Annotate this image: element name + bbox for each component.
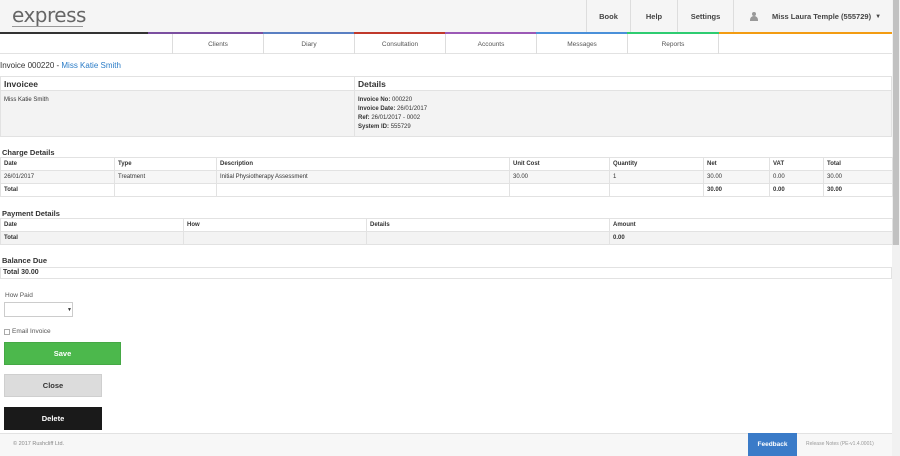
close-button[interactable]: Close bbox=[4, 374, 102, 397]
nav-settings-button[interactable]: Settings bbox=[677, 0, 733, 33]
col-pay-amount: Amount bbox=[609, 218, 893, 232]
total-vat: 0.00 bbox=[769, 183, 824, 197]
how-paid-label: How Paid bbox=[5, 292, 33, 299]
user-menu[interactable]: Miss Laura Temple (555729) ▼ bbox=[733, 0, 892, 33]
app-logo[interactable]: express bbox=[12, 3, 86, 27]
total-label: Total bbox=[0, 183, 115, 197]
col-total: Total bbox=[823, 157, 893, 171]
invoicee-heading: Invoicee bbox=[1, 77, 354, 91]
logo-underline bbox=[12, 26, 83, 27]
col-description: Description bbox=[216, 157, 510, 171]
top-bar: express Book Help Settings Miss Laura Te… bbox=[0, 0, 892, 33]
col-type: Type bbox=[114, 157, 217, 171]
payment-table: Date How Details Amount Total 0.00 bbox=[0, 218, 893, 245]
tab-messages[interactable]: Messages bbox=[536, 34, 627, 54]
tab-consultation[interactable]: Consultation bbox=[354, 34, 445, 54]
payment-details-heading: Payment Details bbox=[2, 209, 60, 218]
copyright: © 2017 Rushcliff Ltd. bbox=[13, 441, 65, 447]
details-heading: Details bbox=[355, 77, 891, 91]
chevron-down-icon: ▼ bbox=[875, 13, 882, 20]
feedback-button[interactable]: Feedback bbox=[748, 433, 797, 456]
details-panel: Details Invoice No: 000220 Invoice Date:… bbox=[354, 76, 892, 137]
system-id-line: System ID: 555729 bbox=[358, 124, 411, 130]
invoicee-panel: Invoicee Miss Katie Smith bbox=[0, 76, 355, 137]
col-pay-date: Date bbox=[0, 218, 184, 232]
save-button[interactable]: Save bbox=[4, 342, 121, 365]
charge-total-row: Total 30.00 0.00 30.00 bbox=[0, 183, 893, 197]
col-date: Date bbox=[0, 157, 115, 171]
invoice-title: Invoice 000220 - bbox=[0, 61, 62, 70]
tab-clients[interactable]: Clients bbox=[172, 34, 263, 54]
col-net: Net bbox=[703, 157, 770, 171]
cell-net: 30.00 bbox=[703, 170, 770, 184]
balance-total: Total 30.00 bbox=[0, 267, 892, 279]
cell-date: 26/01/2017 bbox=[0, 170, 115, 184]
table-row[interactable]: 26/01/2017 Treatment Initial Physiothera… bbox=[0, 170, 893, 184]
nav-book-button[interactable]: Book bbox=[586, 0, 630, 33]
user-icon bbox=[750, 12, 758, 21]
invoice-no-line: Invoice No: 000220 bbox=[358, 97, 413, 103]
nav-help-button[interactable]: Help bbox=[630, 0, 677, 33]
scrollbar-thumb[interactable] bbox=[893, 0, 899, 245]
ref-line: Ref: 26/01/2017 - 0002 bbox=[358, 115, 421, 121]
cell-description: Initial Physiotherapy Assessment bbox=[216, 170, 510, 184]
invoice-date-line: Invoice Date: 26/01/2017 bbox=[358, 106, 428, 112]
charge-header-row: Date Type Description Unit Cost Quantity… bbox=[0, 157, 893, 171]
col-quantity: Quantity bbox=[609, 157, 704, 171]
col-vat: VAT bbox=[769, 157, 824, 171]
payment-total-row: Total 0.00 bbox=[0, 231, 893, 245]
col-unit-cost: Unit Cost bbox=[509, 157, 610, 171]
total-total: 30.00 bbox=[823, 183, 893, 197]
col-pay-details: Details bbox=[366, 218, 610, 232]
invoicee-name: Miss Katie Smith bbox=[4, 97, 49, 103]
charge-details-heading: Charge Details bbox=[2, 148, 55, 157]
payment-total-label: Total bbox=[0, 231, 184, 245]
tab-diary[interactable]: Diary bbox=[263, 34, 354, 54]
user-name: Miss Laura Temple (555729) bbox=[772, 12, 872, 21]
delete-button[interactable]: Delete bbox=[4, 407, 102, 430]
how-paid-select[interactable] bbox=[4, 302, 73, 317]
client-link[interactable]: Miss Katie Smith bbox=[61, 61, 121, 70]
charge-table: Date Type Description Unit Cost Quantity… bbox=[0, 157, 893, 197]
tab-accounts[interactable]: Accounts bbox=[445, 34, 536, 54]
total-net: 30.00 bbox=[703, 183, 770, 197]
col-pay-how: How bbox=[183, 218, 367, 232]
cell-quantity: 1 bbox=[609, 170, 704, 184]
chevron-down-icon: ▼ bbox=[67, 307, 72, 313]
payment-header-row: Date How Details Amount bbox=[0, 218, 893, 232]
cell-total: 30.00 bbox=[823, 170, 893, 184]
cell-type: Treatment bbox=[114, 170, 217, 184]
section-nav: Clients Diary Consultation Accounts Mess… bbox=[0, 34, 892, 54]
page-title: Invoice 000220 - Miss Katie Smith bbox=[0, 61, 121, 70]
email-invoice-checkbox[interactable] bbox=[4, 329, 10, 335]
tab-reports[interactable]: Reports bbox=[627, 34, 719, 54]
cell-vat: 0.00 bbox=[769, 170, 824, 184]
cell-unit-cost: 30.00 bbox=[509, 170, 610, 184]
release-notes-link[interactable]: Release Notes (PE-v1.4.0001) bbox=[806, 441, 874, 447]
email-invoice-label[interactable]: Email Invoice bbox=[12, 328, 51, 335]
balance-due-heading: Balance Due bbox=[2, 256, 48, 265]
payment-total-amount: 0.00 bbox=[609, 231, 893, 245]
